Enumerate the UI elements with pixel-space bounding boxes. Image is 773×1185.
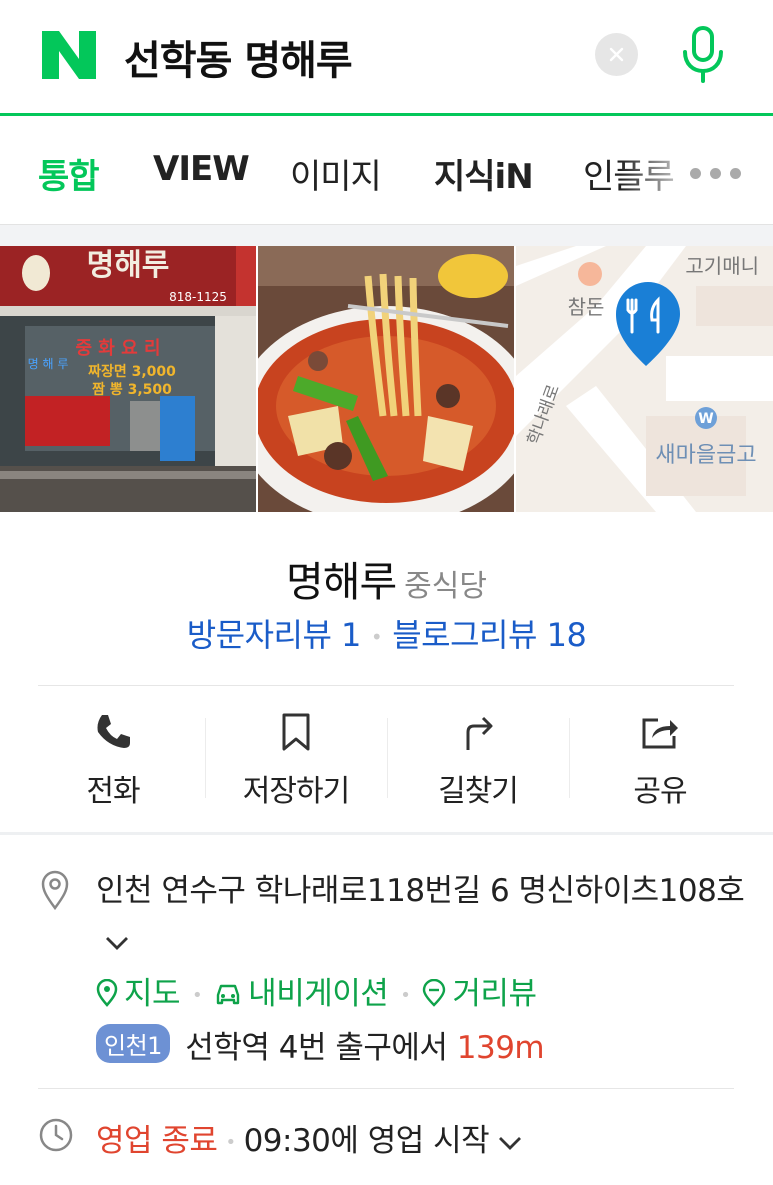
search-header: 선학동 명해루 — [0, 0, 773, 116]
chevron-down-icon[interactable] — [104, 935, 130, 951]
search-input[interactable]: 선학동 명해루 — [124, 28, 353, 86]
visitor-reviews-link[interactable]: 방문자리뷰 1 — [187, 616, 362, 654]
map-link[interactable]: 지도 — [96, 968, 181, 1013]
navigation-link-label: 내비게이션 — [248, 976, 389, 1012]
photo-strip: 명해루 818-1125 중 화 요 리 짜장면 3,000 짬 뽕 3,500… — [0, 246, 773, 512]
chevron-down-icon[interactable] — [497, 1135, 523, 1151]
streetview-icon — [423, 978, 446, 1007]
address-value: 인천 연수구 학나래로118번길 6 명신하이츠108호 — [96, 873, 745, 909]
subway-info: 인천1 선학역 4번 출구에서 139m — [96, 1022, 545, 1067]
map-label-4: 새마을금고 — [655, 443, 756, 468]
hours-next: 09:30에 영업 시작 — [243, 1123, 490, 1159]
call-button[interactable]: 전화 — [22, 686, 204, 832]
svg-text:W: W — [698, 411, 713, 427]
place-category: 중식당 — [404, 569, 487, 604]
sign-name: 명해루 — [87, 248, 170, 283]
window-menu-1: 짜장면 3,000 — [88, 363, 176, 380]
tab-all[interactable]: 통합 — [38, 149, 100, 198]
blog-reviews-link[interactable]: 블로그리뷰 18 — [392, 616, 587, 654]
car-icon — [216, 984, 240, 1005]
share-icon — [642, 718, 678, 749]
tab-fade — [620, 119, 700, 224]
tab-view[interactable]: VIEW — [153, 149, 250, 189]
clear-search-button[interactable] — [595, 33, 638, 76]
streetview-link-label: 거리뷰 — [452, 976, 537, 1012]
bookmark-icon — [282, 713, 310, 751]
address-text[interactable]: 인천 연수구 학나래로118번길 6 명신하이츠108호 — [96, 866, 746, 966]
navigation-link[interactable]: 내비게이션 — [214, 968, 389, 1013]
map-thumbnail[interactable]: 고기매니 참돈 학나래로 W 새마을금고 — [516, 246, 773, 512]
storefront-photo[interactable]: 명해루 818-1125 중 화 요 리 짜장면 3,000 짬 뽕 3,500… — [0, 246, 256, 512]
streetview-link[interactable]: 거리뷰 — [422, 968, 537, 1013]
review-links: 방문자리뷰 1 • 블로그리뷰 18 — [186, 616, 587, 654]
clock-icon — [39, 1118, 73, 1152]
share-button[interactable]: 공유 — [569, 686, 751, 832]
close-icon — [609, 47, 624, 62]
divider — [38, 1088, 734, 1089]
business-hours[interactable]: 영업 종료 • 09:30에 영업 시작 — [96, 1115, 523, 1160]
location-links: 지도 • 내비게이션 • 거리뷰 — [96, 968, 537, 1013]
call-label: 전화 — [86, 774, 140, 809]
directions-icon — [466, 716, 493, 750]
naver-logo[interactable] — [42, 31, 96, 79]
tab-knowledge[interactable]: 지식iN — [434, 149, 534, 198]
pin-outline-icon — [96, 978, 118, 1007]
hours-status: 영업 종료 — [96, 1123, 218, 1159]
sign-phone: 818-1125 — [169, 290, 227, 304]
subway-line-badge: 인천1 — [96, 1024, 170, 1063]
map-link-label: 지도 — [124, 976, 181, 1012]
share-label: 공유 — [633, 774, 687, 809]
subway-station: 선학역 — [185, 1030, 270, 1066]
window-menu-2: 짬 뽕 3,500 — [92, 381, 172, 398]
window-side: 명 해 루 — [28, 357, 69, 371]
section-separator — [0, 832, 773, 835]
action-bar: 전화 저장하기 길찾기 공유 — [22, 686, 752, 832]
food-photo[interactable] — [258, 246, 514, 512]
subway-exit: 4번 출구에서 — [278, 1030, 448, 1066]
section-separator — [0, 224, 773, 246]
microphone-icon[interactable] — [680, 26, 726, 84]
save-button[interactable]: 저장하기 — [205, 686, 387, 832]
search-tabs: 통합 VIEW 이미지 지식iN 인플루 — [0, 119, 773, 224]
more-tabs-icon[interactable] — [690, 164, 750, 179]
directions-button[interactable]: 길찾기 — [387, 686, 569, 832]
phone-icon — [97, 715, 130, 748]
place-name: 명해루 — [286, 558, 397, 606]
map-label-1: 고기매니 — [685, 254, 759, 278]
save-label: 저장하기 — [242, 774, 350, 809]
directions-label: 길찾기 — [438, 774, 519, 809]
location-pin-icon — [41, 870, 69, 910]
place-header: 명해루 중식당 — [0, 548, 773, 608]
tab-images[interactable]: 이미지 — [290, 149, 382, 198]
map-label-2: 참돈 — [568, 295, 605, 319]
subway-distance: 139m — [456, 1030, 545, 1066]
window-title: 중 화 요 리 — [75, 338, 160, 359]
